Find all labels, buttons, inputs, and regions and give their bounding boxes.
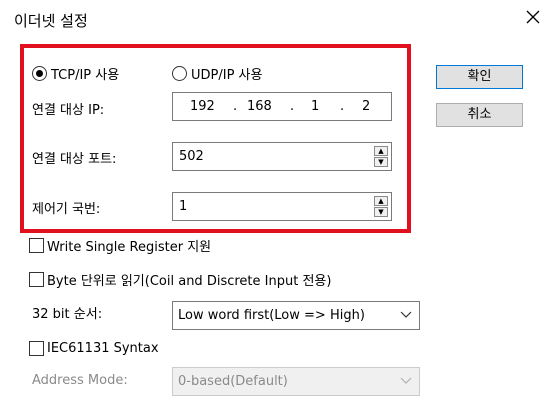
station-value[interactable]: 1	[179, 199, 187, 214]
spin-up-icon[interactable]: ▲	[374, 196, 388, 206]
radio-selected-icon	[32, 66, 47, 81]
bit32-order-select[interactable]: Low word first(Low => High)	[172, 301, 420, 330]
radio-tcp-ip[interactable]: TCP/IP 사용	[32, 64, 119, 83]
radio-unselected-icon	[172, 66, 187, 81]
target-port-label: 연결 대상 포트:	[32, 152, 117, 167]
address-mode-value: 0-based(Default)	[178, 374, 288, 389]
spin-up-icon[interactable]: ▲	[374, 146, 388, 156]
spin-down-icon[interactable]: ▼	[374, 207, 388, 217]
chevron-down-icon	[400, 377, 412, 384]
checkbox-icon	[29, 341, 44, 356]
ip-dot: .	[290, 99, 295, 114]
bit32-order-label: 32 bit 순서:	[32, 307, 103, 322]
checkbox-icon	[29, 272, 44, 287]
bit32-order-value: Low word first(Low => High)	[178, 308, 365, 323]
ip-octet-4[interactable]: 2	[362, 99, 370, 114]
write-single-register-label: Write Single Register 지원	[47, 240, 212, 255]
port-spinbox[interactable]: 502 ▲ ▼	[172, 142, 392, 171]
target-ip-label: 연결 대상 IP:	[32, 103, 105, 118]
dialog-title: 이더넷 설정	[14, 12, 88, 30]
port-value[interactable]: 502	[179, 149, 204, 164]
radio-udp-label: UDP/IP 사용	[191, 68, 263, 83]
ip-dot: .	[340, 99, 345, 114]
ip-octet-1[interactable]: 192	[190, 99, 215, 114]
iec61131-syntax-checkbox[interactable]: IEC61131 Syntax	[29, 341, 159, 356]
byte-unit-read-checkbox[interactable]: Byte 단위로 읽기(Coil and Discrete Input 전용)	[29, 270, 331, 289]
ip-octet-3[interactable]: 1	[311, 99, 319, 114]
radio-udp-ip[interactable]: UDP/IP 사용	[172, 64, 262, 83]
station-label: 제어기 국번:	[32, 202, 101, 217]
radio-tcp-label: TCP/IP 사용	[51, 68, 120, 83]
checkbox-icon	[29, 238, 44, 253]
station-spinbox[interactable]: 1 ▲ ▼	[172, 192, 392, 221]
ok-button[interactable]: 확인	[436, 65, 523, 89]
address-mode-select: 0-based(Default)	[172, 367, 420, 396]
address-mode-label: Address Mode:	[32, 373, 128, 388]
spin-down-icon[interactable]: ▼	[374, 157, 388, 167]
ip-octet-2[interactable]: 168	[247, 99, 272, 114]
ip-dot: .	[233, 99, 238, 114]
byte-unit-read-label: Byte 단위로 읽기(Coil and Discrete Input 전용)	[47, 274, 332, 289]
chevron-down-icon	[400, 311, 412, 318]
iec61131-syntax-label: IEC61131 Syntax	[47, 341, 159, 356]
write-single-register-checkbox[interactable]: Write Single Register 지원	[29, 236, 211, 255]
ip-address-field[interactable]: 192 . 168 . 1 . 2	[172, 92, 392, 121]
cancel-button[interactable]: 취소	[436, 103, 523, 127]
close-icon[interactable]	[524, 8, 542, 26]
